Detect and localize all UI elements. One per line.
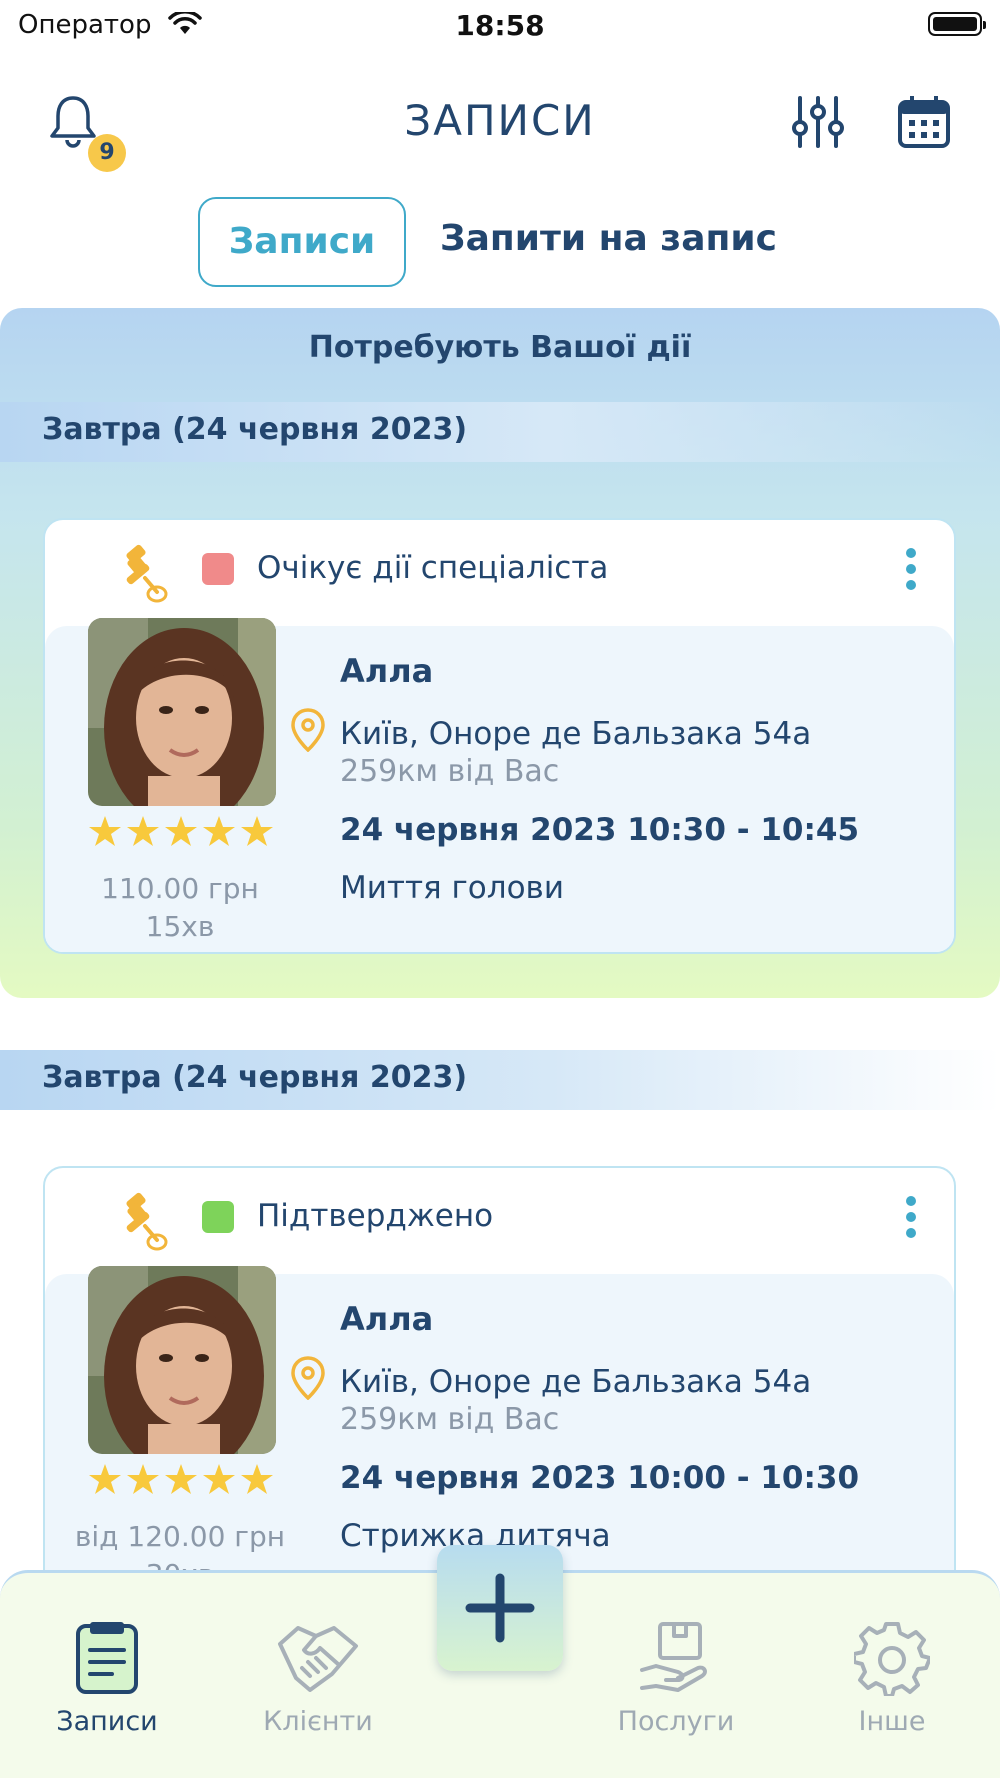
action-required-title: Потребують Вашої дії [308, 330, 692, 365]
date-header: Завтра (24 червня 2023) [0, 1050, 1000, 1110]
more-options-icon[interactable] [903, 1194, 919, 1240]
sliders-icon [792, 96, 844, 148]
plus-icon [465, 1573, 535, 1643]
status-bar: Оператор 18:58 [0, 0, 1000, 50]
nav-records[interactable]: Записи [7, 1620, 207, 1737]
filter-button[interactable] [790, 94, 846, 154]
client-avatar [88, 618, 276, 806]
add-record-button[interactable] [437, 1545, 563, 1671]
price: 110.00 грн [101, 872, 259, 905]
client-name: Алла [340, 1300, 434, 1338]
pin-icon[interactable] [113, 1190, 169, 1254]
gear-icon [852, 1622, 932, 1698]
nav-services[interactable]: Послуги [576, 1620, 776, 1737]
pin-icon[interactable] [113, 542, 169, 606]
battery-icon [928, 12, 986, 36]
tab-record-requests[interactable]: Запити на запис [440, 218, 777, 259]
duration: 15хв [145, 910, 215, 943]
nav-clients[interactable]: Клієнти [218, 1620, 418, 1737]
client-avatar [88, 1266, 276, 1454]
service-name: Миття голови [340, 870, 564, 906]
rating-stars [89, 816, 273, 846]
date-label: Завтра (24 червня 2023) [42, 1060, 468, 1095]
status-text: Очікує дії спеціаліста [257, 550, 609, 586]
records-icon [76, 1622, 138, 1694]
appointment-card[interactable]: Очікує дії спеціаліста 110.00 грн 15хв А… [43, 518, 956, 954]
clock: 18:58 [455, 9, 545, 42]
calendar-icon [898, 96, 950, 148]
more-options-icon[interactable] [903, 546, 919, 592]
price-block: 110.00 грн 15хв [65, 870, 295, 946]
nav-other-label: Інше [858, 1706, 926, 1737]
date-header: Завтра (24 червня 2023) [0, 402, 1000, 462]
address: Київ, Оноре де Бальзака 54а [340, 1364, 812, 1400]
appointment-datetime: 24 червня 2023 10:30 - 10:45 [340, 812, 860, 848]
nav-other[interactable]: Інше [792, 1620, 992, 1737]
location-pin-icon [291, 1356, 325, 1400]
address: Київ, Оноре де Бальзака 54а [340, 716, 812, 752]
status-text: Підтверджено [257, 1198, 494, 1234]
status-indicator [202, 1201, 234, 1233]
handshake-icon [278, 1626, 358, 1692]
price: від 120.00 грн [74, 1520, 286, 1553]
location-pin-icon [291, 708, 325, 752]
rating-stars [89, 1464, 273, 1494]
date-label: Завтра (24 червня 2023) [42, 412, 468, 447]
client-name: Алла [340, 652, 434, 690]
calendar-button[interactable] [896, 94, 952, 154]
services-icon [640, 1622, 707, 1692]
distance: 259км від Вас [340, 1402, 560, 1437]
nav-records-label: Записи [56, 1706, 158, 1737]
tab-records[interactable]: Записи [198, 197, 406, 287]
nav-services-label: Послуги [617, 1706, 735, 1737]
appointment-datetime: 24 червня 2023 10:00 - 10:30 [340, 1460, 860, 1496]
status-indicator [202, 553, 234, 585]
distance: 259км від Вас [340, 754, 560, 789]
page-title: ЗАПИСИ [404, 96, 596, 145]
nav-clients-label: Клієнти [263, 1706, 373, 1737]
